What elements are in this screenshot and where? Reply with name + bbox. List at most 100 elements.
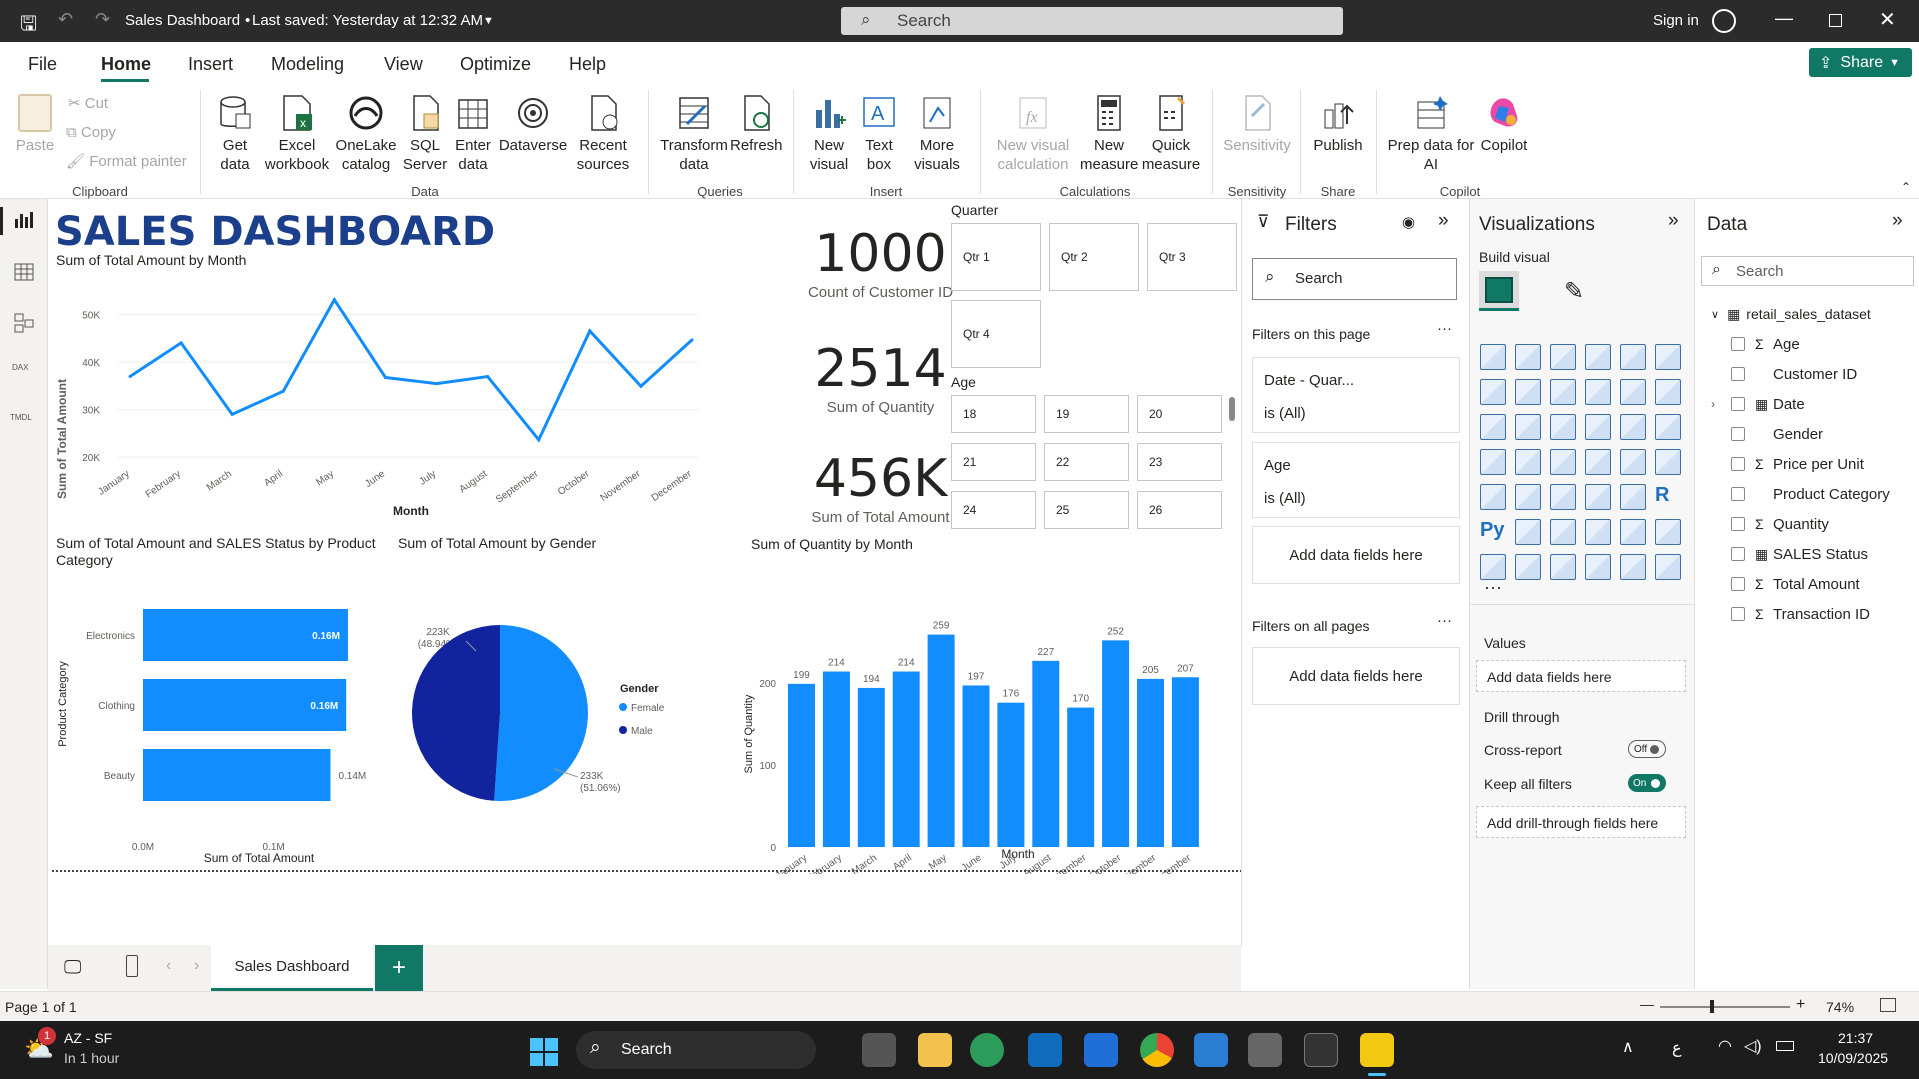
python-visual-icon[interactable]: Py [1480, 519, 1506, 545]
fit-to-page-icon[interactable] [1880, 998, 1896, 1012]
new-measure-button[interactable]: New measure [1080, 94, 1138, 174]
visual-type-icon[interactable] [1480, 344, 1506, 370]
field-total-amount[interactable]: Σ Total Amount [1711, 569, 1916, 599]
field-date[interactable]: › ▦ Date [1711, 389, 1916, 419]
menu-view[interactable]: View [384, 54, 423, 75]
clock-time[interactable]: 21:37 [1838, 1030, 1873, 1046]
visual-type-icon[interactable] [1620, 414, 1646, 440]
new-visual-button[interactable]: New visual [803, 94, 855, 174]
field-checkbox[interactable] [1731, 397, 1745, 411]
add-all-pages-filter-field[interactable]: Add data fields here [1252, 647, 1460, 705]
chevron-down-icon[interactable]: ▼ [483, 15, 494, 27]
volume-icon[interactable]: ◁) [1744, 1036, 1762, 1056]
transform-data-button[interactable]: Transform data [658, 94, 730, 174]
menu-modeling[interactable]: Modeling [271, 54, 344, 75]
collapse-data-icon[interactable]: » [1892, 210, 1903, 232]
visual-type-icon[interactable] [1515, 519, 1541, 545]
age-slicer-item-24[interactable]: 24 [951, 491, 1036, 529]
drill-through-well[interactable]: Add drill-through fields here [1476, 806, 1686, 838]
visual-type-icon[interactable] [1620, 519, 1646, 545]
get-data-button[interactable]: Get data [210, 94, 260, 174]
field-gender[interactable]: Gender [1711, 419, 1916, 449]
vbar-chart[interactable]: Sum of Quantity Month 0100200199January2… [738, 554, 1298, 874]
text-box-button[interactable]: A Text box [855, 94, 903, 174]
mobile-layout-icon[interactable] [126, 955, 138, 977]
visual-type-icon[interactable] [1585, 414, 1611, 440]
menu-insert[interactable]: Insert [188, 54, 233, 75]
hbar-chart[interactable]: Product Category Sum of Total Amount Ele… [48, 579, 378, 869]
paste-button[interactable]: Paste [12, 94, 58, 155]
values-well[interactable]: Add data fields here [1476, 660, 1686, 692]
visual-type-icon[interactable] [1515, 484, 1541, 510]
field-checkbox[interactable] [1731, 607, 1745, 621]
field-sales-status[interactable]: ▦ SALES Status [1711, 539, 1916, 569]
field-checkbox[interactable] [1731, 337, 1745, 351]
field-checkbox[interactable] [1731, 517, 1745, 531]
add-page-button[interactable]: + [375, 945, 423, 991]
filters-search-input[interactable]: ⌕ Search [1252, 258, 1457, 300]
copilot-button[interactable]: Copilot [1476, 94, 1532, 155]
visual-type-icon[interactable] [1550, 344, 1576, 370]
vscode-icon[interactable] [1194, 1033, 1228, 1067]
publish-button[interactable]: Publish [1310, 94, 1366, 155]
close-icon[interactable]: ✕ [1879, 7, 1896, 32]
search-input[interactable]: ⌕ Search [841, 7, 1343, 35]
sql-server-button[interactable]: SQL Server [400, 94, 450, 174]
visual-type-icon[interactable] [1585, 379, 1611, 405]
visual-type-icon[interactable] [1585, 449, 1611, 475]
model-view-icon[interactable] [14, 313, 34, 333]
visual-type-icon[interactable] [1620, 484, 1646, 510]
prep-data-ai-button[interactable]: Prep data for AI [1386, 94, 1476, 174]
more-visuals-button[interactable]: More visuals [905, 94, 969, 174]
menu-home[interactable]: Home [101, 54, 151, 75]
battery-icon[interactable] [1776, 1041, 1794, 1051]
field-checkbox[interactable] [1731, 427, 1745, 441]
power-bi-icon[interactable] [1360, 1033, 1394, 1067]
report-view-icon[interactable] [14, 211, 34, 229]
filter-card-date[interactable]: Date - Quar... is (All) [1252, 357, 1460, 433]
age-slicer-item-19[interactable]: 19 [1044, 395, 1129, 433]
menu-optimize[interactable]: Optimize [460, 54, 531, 75]
chevron-up-icon[interactable]: ∧ [1622, 1037, 1634, 1057]
maximize-icon[interactable] [1829, 14, 1842, 27]
visual-type-icon[interactable] [1480, 449, 1506, 475]
menu-file[interactable]: File [28, 54, 57, 75]
clock-date[interactable]: 10/09/2025 [1818, 1050, 1888, 1066]
line-chart[interactable]: Sum of Total Amount Month 20K 30K 40K 50K Ja… [48, 269, 698, 519]
task-view-icon[interactable] [862, 1033, 896, 1067]
visual-type-icon[interactable] [1550, 449, 1576, 475]
visual-type-icon[interactable] [1550, 554, 1576, 580]
undo-icon[interactable]: ↶ [58, 9, 73, 30]
visual-type-icon[interactable] [1515, 554, 1541, 580]
app-icon[interactable] [1248, 1033, 1282, 1067]
field-price-per-unit[interactable]: Σ Price per Unit [1711, 449, 1916, 479]
copy-button[interactable]: ⧉ Copy [66, 123, 116, 142]
slicer-qtr2[interactable]: Qtr 2 [1049, 223, 1139, 291]
azure-icon[interactable] [1084, 1033, 1118, 1067]
table-node[interactable]: ∨ ▦ retail_sales_dataset [1711, 299, 1871, 329]
field-checkbox[interactable] [1731, 577, 1745, 591]
file-explorer-icon[interactable] [918, 1033, 952, 1067]
tmdl-view-icon[interactable]: TMDL [10, 413, 32, 422]
redo-icon[interactable]: ↷ [95, 9, 110, 30]
zoom-out-icon[interactable]: — [1640, 996, 1654, 1012]
add-page-filter-field[interactable]: Add data fields here [1252, 526, 1460, 584]
field-quantity[interactable]: Σ Quantity [1711, 509, 1916, 539]
excel-workbook-button[interactable]: x Excel workbook [262, 94, 332, 174]
account-icon[interactable] [1712, 9, 1736, 33]
visual-type-icon[interactable] [1480, 379, 1506, 405]
visual-type-icon[interactable] [1585, 344, 1611, 370]
refresh-button[interactable]: Refresh [730, 94, 783, 155]
visual-type-icon[interactable] [1585, 519, 1611, 545]
visual-type-icon[interactable] [1550, 414, 1576, 440]
taskbar-search[interactable]: ⌕ Search [576, 1031, 816, 1069]
r-visual-icon[interactable]: R [1655, 484, 1681, 510]
table-view-icon[interactable] [14, 263, 34, 281]
filter-card-age[interactable]: Age is (All) [1252, 442, 1460, 518]
visual-type-icon[interactable] [1550, 519, 1576, 545]
more-visuals-icon[interactable]: ··· [1484, 577, 1502, 598]
format-visual-icon[interactable]: ✎ [1564, 277, 1584, 306]
enter-data-button[interactable]: Enter data [450, 94, 496, 174]
age-slicer-item-20[interactable]: 20 [1137, 395, 1222, 433]
visual-type-icon[interactable] [1585, 484, 1611, 510]
